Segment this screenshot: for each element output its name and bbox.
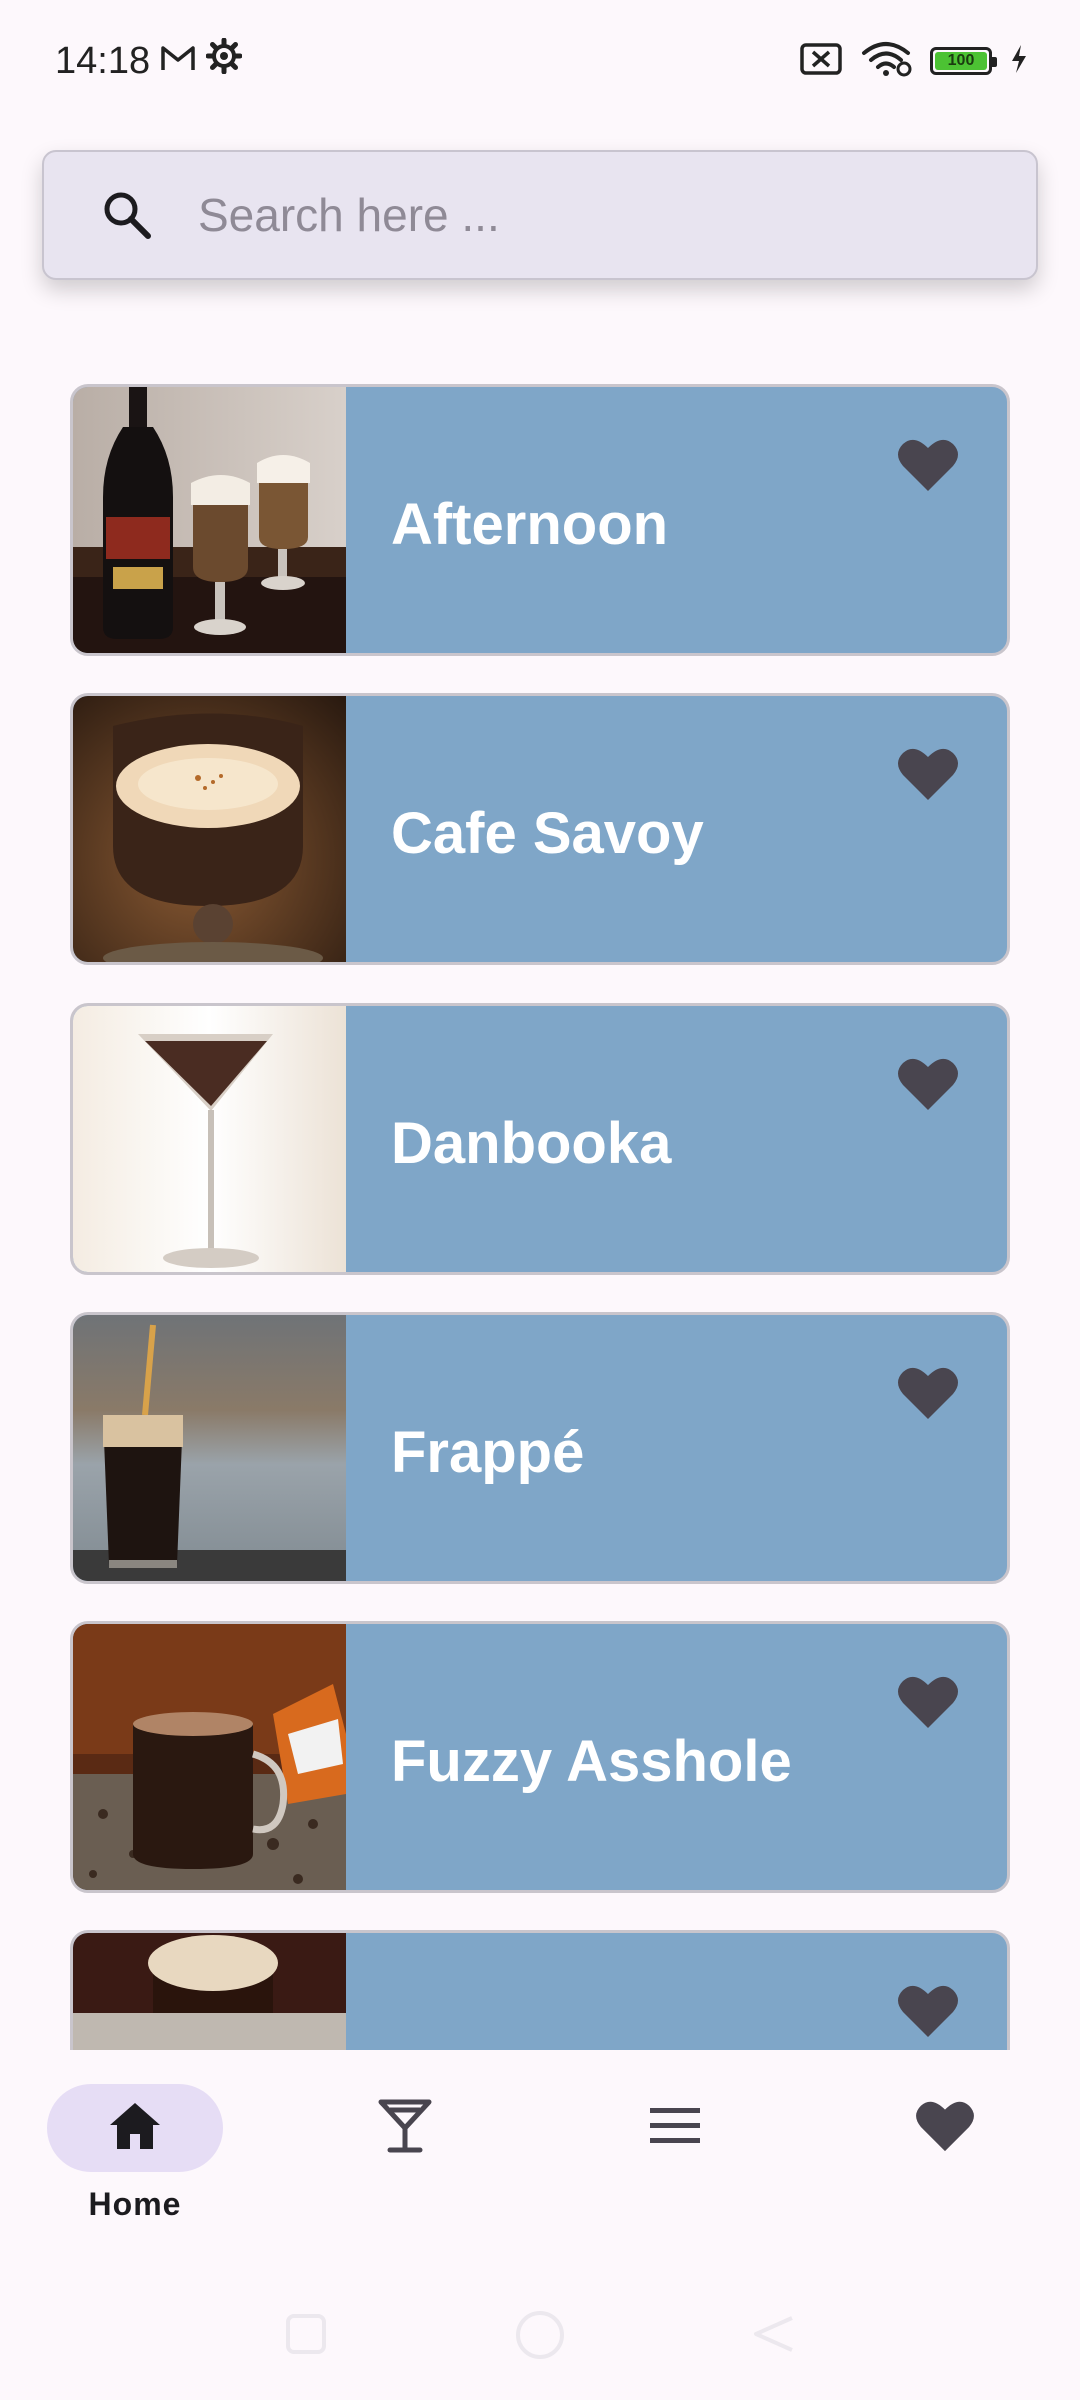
nav-pill [857, 2084, 1033, 2172]
battery-icon: 100 [930, 47, 997, 75]
favorite-heart-icon[interactable] [897, 1365, 959, 1421]
nav-item-favorites[interactable] [855, 2084, 1035, 2244]
favorite-heart-icon[interactable] [897, 437, 959, 493]
status-bar: 14:18 100 [0, 0, 1080, 120]
sim-off-icon [800, 42, 842, 80]
cocktail-glass-icon [378, 2098, 432, 2159]
drink-title: Afternoon [391, 492, 669, 557]
status-left: 14:18 [55, 37, 243, 84]
system-navigation-bar [0, 2270, 1080, 2400]
drink-card[interactable]: Fuzzy Asshole [70, 1621, 1010, 1893]
drink-card[interactable]: Danbooka [70, 1003, 1010, 1275]
back-icon[interactable] [752, 2312, 796, 2361]
nav-item-menu[interactable] [585, 2084, 765, 2244]
nav-active-indicator [47, 2084, 223, 2172]
search-input[interactable] [198, 188, 978, 242]
drink-title: Cafe Savoy [391, 801, 704, 866]
battery-level: 100 [935, 52, 987, 70]
drink-title: Fuzzy Asshole [391, 1729, 792, 1794]
drink-card[interactable]: Cafe Savoy [70, 693, 1010, 965]
drink-title: Frappé [391, 1420, 585, 1485]
settings-gear-icon [205, 37, 243, 84]
drink-card[interactable]: Afternoon [70, 384, 1010, 656]
home-icon [108, 2101, 162, 2156]
recent-apps-icon[interactable] [284, 2312, 328, 2361]
nav-label-home: Home [88, 2186, 182, 2222]
drink-image [73, 1624, 346, 1890]
drink-image [73, 1933, 346, 2050]
gmail-icon [160, 40, 196, 83]
home-circle-icon[interactable] [513, 2308, 567, 2367]
drink-card[interactable] [70, 1930, 1010, 2050]
favorite-heart-icon[interactable] [897, 1983, 959, 2039]
status-right: 100 [800, 38, 1028, 84]
nav-pill [587, 2084, 763, 2172]
drink-list[interactable]: Afternoon Cafe Savoy Danbooka Frappé Fuz… [0, 370, 1080, 2050]
favorite-heart-icon[interactable] [897, 746, 959, 802]
drink-image [73, 1315, 346, 1581]
drink-card[interactable]: Frappé [70, 1312, 1010, 1584]
wifi-icon [860, 41, 912, 82]
favorite-heart-icon[interactable] [897, 1056, 959, 1112]
menu-icon [648, 2106, 702, 2151]
drink-image [73, 696, 346, 962]
bottom-navigation: Home [0, 2050, 1080, 2270]
search-icon [100, 185, 188, 245]
nav-item-cocktails[interactable] [315, 2084, 495, 2244]
nav-item-home[interactable]: Home [45, 2084, 225, 2244]
nav-pill [317, 2084, 493, 2172]
charging-bolt-icon [1010, 44, 1028, 79]
favorite-heart-icon[interactable] [897, 1674, 959, 1730]
search-bar[interactable] [42, 150, 1038, 280]
drink-image [73, 1006, 346, 1272]
heart-icon [915, 2099, 975, 2158]
drink-image [73, 387, 346, 653]
drink-title: Danbooka [391, 1111, 672, 1176]
status-time: 14:18 [55, 39, 151, 82]
